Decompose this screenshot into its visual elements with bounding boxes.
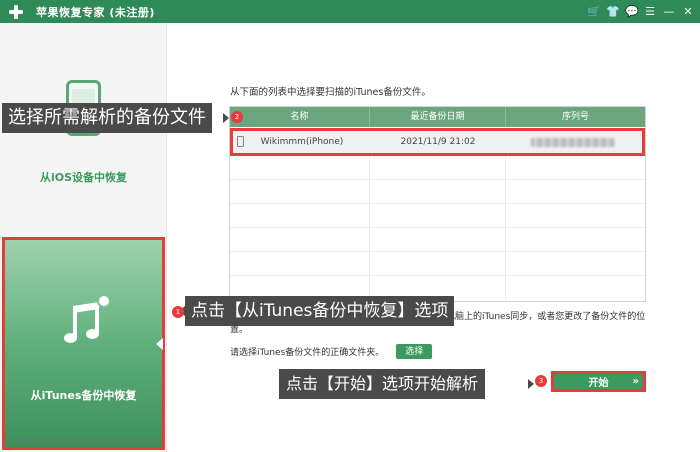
start-button[interactable]: 开始 » xyxy=(551,371,646,392)
cell-serial xyxy=(505,131,642,155)
minimize-icon[interactable]: — xyxy=(663,6,675,17)
skin-icon[interactable]: 👕 xyxy=(606,6,620,17)
sidebar-item-label: 从iTunes备份中恢复 xyxy=(30,389,137,402)
column-header-name[interactable]: 名称 xyxy=(230,107,370,127)
step-badge-1: 1 xyxy=(172,306,184,318)
choose-folder-row: 请选择iTunes备份文件的正确文件夹。 选择 xyxy=(230,344,433,359)
callout-click-start: 点击【开始】选项开始解析 xyxy=(279,369,486,399)
device-icon xyxy=(237,136,244,147)
start-button-label: 开始 xyxy=(588,378,609,389)
app-title: 苹果恢复专家 (未注册) xyxy=(36,5,155,19)
serial-redacted xyxy=(531,138,616,147)
sidebar-item-itunes-recovery[interactable]: 从iTunes备份中恢复 xyxy=(2,237,165,450)
table-row-empty xyxy=(230,156,645,180)
callout-pointer-icon xyxy=(223,113,229,123)
instruction-text: 从下面的列表中选择要扫描的iTunes备份文件。 xyxy=(230,87,431,98)
sidebar-item-label: 从iOS设备中恢复 xyxy=(39,171,128,184)
close-icon[interactable]: ✕ xyxy=(682,6,694,17)
title-bar: 苹果恢复专家 (未注册) 🛒 👕 💬 ☰ — ✕ xyxy=(0,0,700,23)
feedback-icon[interactable]: 💬 xyxy=(625,6,639,17)
sidebar: 从iOS设备中恢复 从iTunes备份中恢复 xyxy=(0,23,167,452)
refresh-icon xyxy=(97,294,111,308)
selected-pointer-icon xyxy=(156,338,163,350)
choose-folder-button[interactable]: 选择 xyxy=(396,344,433,359)
callout-pointer-icon xyxy=(528,379,534,389)
column-header-serial[interactable]: 序列号 xyxy=(506,107,645,127)
backup-table: 名称 最近备份日期 序列号 Wikimmm(iPhone) 2021/11/9 … xyxy=(229,106,646,302)
table-header: 名称 最近备份日期 序列号 xyxy=(230,107,645,127)
table-row-empty xyxy=(230,180,645,204)
callout-select-backup: 选择所需解析的备份文件 xyxy=(2,103,212,133)
choose-folder-text: 请选择iTunes备份文件的正确文件夹。 xyxy=(230,348,385,358)
table-row-empty xyxy=(230,252,645,276)
menu-icon[interactable]: ☰ xyxy=(644,6,656,17)
cell-name: Wikimmm(iPhone) xyxy=(260,137,344,147)
cart-icon[interactable]: 🛒 xyxy=(587,6,601,17)
table-row-empty xyxy=(230,204,645,228)
app-logo-icon xyxy=(8,4,24,20)
step-badge-3: 3 xyxy=(535,375,547,387)
music-refresh-icon xyxy=(63,294,111,350)
step-badge-2: 2 xyxy=(231,111,243,123)
table-row[interactable]: Wikimmm(iPhone) 2021/11/9 21:02 xyxy=(230,128,645,156)
column-header-date[interactable]: 最近备份日期 xyxy=(370,107,506,127)
table-row-empty xyxy=(230,228,645,252)
callout-click-itunes: 点击【从iTunes备份中恢复】选项 xyxy=(185,296,455,326)
cell-date: 2021/11/9 21:02 xyxy=(400,137,476,147)
title-bar-controls: 🛒 👕 💬 ☰ — ✕ xyxy=(587,0,694,23)
double-chevron-right-icon: » xyxy=(632,376,640,387)
